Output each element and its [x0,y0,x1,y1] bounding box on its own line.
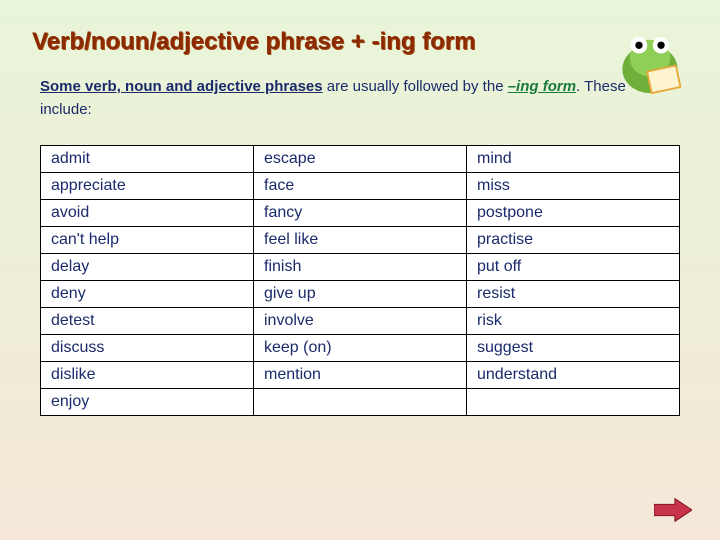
table-cell: dislike [41,362,254,389]
table-row: enjoy [41,389,680,416]
table-cell: miss [467,173,680,200]
table-cell: appreciate [41,173,254,200]
table-cell: give up [254,281,467,308]
table-cell: discuss [41,335,254,362]
table-cell: delay [41,254,254,281]
table-cell: deny [41,281,254,308]
table-row: dislikementionunderstand [41,362,680,389]
table-row: discusskeep (on)suggest [41,335,680,362]
table-row: detestinvolverisk [41,308,680,335]
table-cell: feel like [254,227,467,254]
table-cell: mention [254,362,467,389]
table-row: admitescapemind [41,146,680,173]
table-cell: postpone [467,200,680,227]
table-row: appreciatefacemiss [41,173,680,200]
table-cell: escape [254,146,467,173]
intro-bold-phrase: Some verb, noun and adjective phrases [40,78,323,95]
intro-middle: are usually followed by the [323,78,508,95]
intro-ing-form: –ing form [508,78,576,95]
table-row: avoidfancypostpone [41,200,680,227]
table-cell: understand [467,362,680,389]
verbs-table: admitescapemindappreciatefacemissavoidfa… [40,145,680,416]
table-cell: can't help [41,227,254,254]
table-row: delayfinishput off [41,254,680,281]
table-cell: detest [41,308,254,335]
table-cell [254,389,467,416]
table-row: denygive upresist [41,281,680,308]
table-row: can't helpfeel likepractise [41,227,680,254]
table-cell: risk [467,308,680,335]
table-cell: enjoy [41,389,254,416]
table-cell: mind [467,146,680,173]
table-cell: face [254,173,467,200]
table-cell: put off [467,254,680,281]
table-cell: keep (on) [254,335,467,362]
table-cell: finish [254,254,467,281]
table-cell: admit [41,146,254,173]
table-cell [467,389,680,416]
table-cell: practise [467,227,680,254]
next-arrow-icon[interactable] [654,498,692,522]
frog-reading-icon [604,14,696,106]
table-cell: avoid [41,200,254,227]
table-cell: fancy [254,200,467,227]
table-cell: suggest [467,335,680,362]
table-cell: involve [254,308,467,335]
table-cell: resist [467,281,680,308]
